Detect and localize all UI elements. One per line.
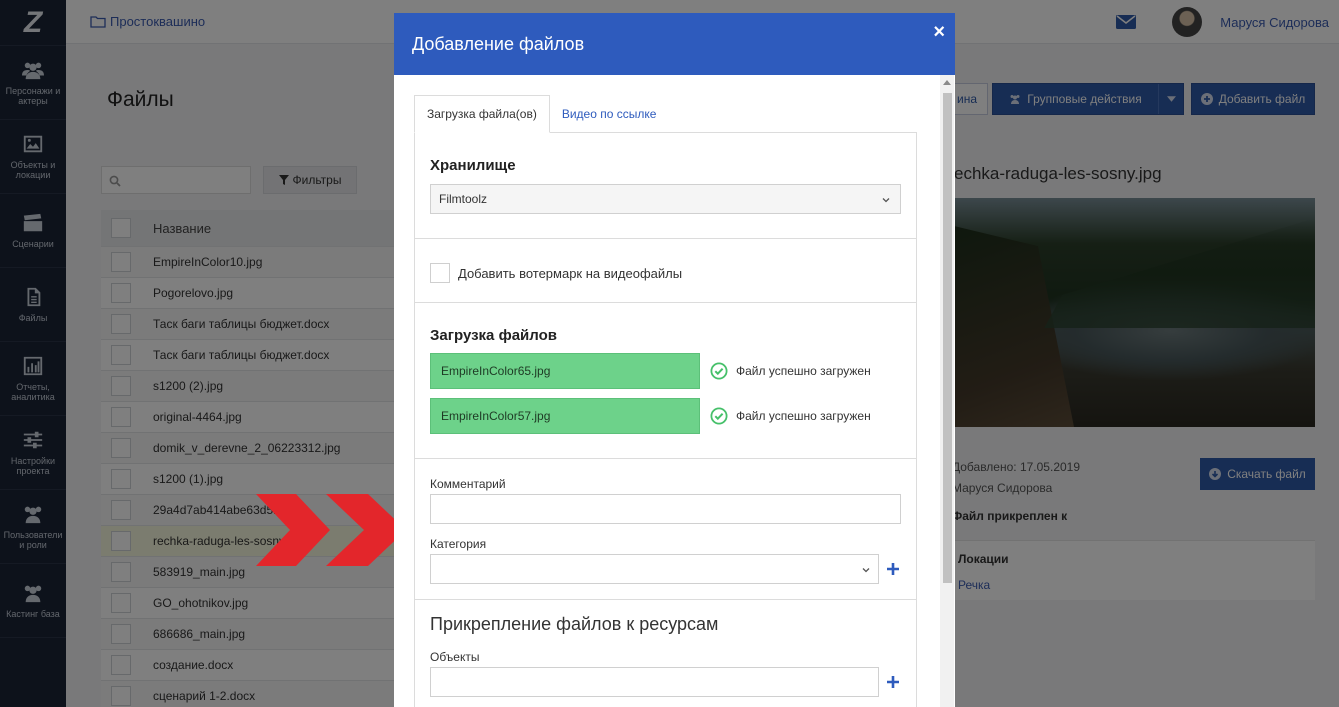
watermark-option[interactable]: Добавить вотермарк на видеофайлы: [430, 263, 682, 283]
upload-status-text: Файл успешно загружен: [736, 364, 871, 378]
chevron-down-icon: [882, 198, 890, 203]
chevron-arrows-icon: [256, 494, 406, 566]
objects-label: Объекты: [430, 650, 480, 664]
upload-title: Загрузка файлов: [430, 327, 557, 344]
add-category-plus-icon[interactable]: [886, 562, 900, 576]
attach-resources-section: Прикрепление файлов к ресурсам Объекты: [415, 600, 916, 707]
check-circle-icon: [710, 362, 728, 380]
tab-video-link[interactable]: Видео по ссылке: [550, 95, 669, 133]
scroll-thumb[interactable]: [943, 93, 952, 583]
upload-tab-panel: Хранилище Filmtoolz Добавить вотермарк н…: [414, 132, 917, 707]
watermark-label: Добавить вотермарк на видеофайлы: [458, 265, 683, 281]
uploaded-file-row: EmpireInColor65.jpg Файл успешно загруже…: [430, 353, 871, 389]
check-circle-icon: [710, 407, 728, 425]
comment-input[interactable]: [430, 494, 901, 524]
storage-value: Filmtoolz: [439, 192, 488, 206]
category-label: Категория: [430, 537, 487, 551]
modal-title: Добавление файлов: [412, 34, 585, 54]
watermark-section: Добавить вотермарк на видеофайлы: [415, 239, 916, 303]
attach-resources-title: Прикрепление файлов к ресурсам: [430, 614, 719, 634]
close-icon[interactable]: ×: [933, 22, 945, 42]
objects-input[interactable]: [430, 667, 879, 697]
upload-progress-bar: EmpireInColor57.jpg: [430, 398, 700, 434]
comment-label: Комментарий: [430, 477, 506, 491]
upload-section: Загрузка файлов EmpireInColor65.jpg Файл…: [415, 303, 916, 459]
comment-category-section: Комментарий Категория: [415, 459, 916, 600]
modal-scrollbar[interactable]: [940, 75, 954, 707]
scroll-up-icon[interactable]: [943, 80, 951, 85]
category-select[interactable]: [430, 554, 879, 584]
upload-status: Файл успешно загружен: [710, 407, 871, 425]
storage-section: Хранилище Filmtoolz: [415, 133, 916, 239]
storage-title: Хранилище: [430, 157, 516, 174]
upload-status: Файл успешно загружен: [710, 362, 871, 380]
chevron-down-icon: [862, 568, 870, 573]
modal-header: Добавление файлов ×: [394, 13, 955, 75]
add-object-plus-icon[interactable]: [886, 675, 900, 689]
uploaded-file-row: EmpireInColor57.jpg Файл успешно загруже…: [430, 398, 871, 434]
modal-tabs: Загрузка файла(ов) Видео по ссылке: [414, 95, 669, 133]
watermark-checkbox[interactable]: [430, 263, 450, 283]
add-files-modal: Добавление файлов × Загрузка файла(ов) В…: [394, 13, 955, 707]
storage-select[interactable]: Filmtoolz: [430, 184, 901, 214]
upload-progress-bar: EmpireInColor65.jpg: [430, 353, 700, 389]
upload-status-text: Файл успешно загружен: [736, 409, 871, 423]
tab-upload-files[interactable]: Загрузка файла(ов): [414, 95, 550, 133]
